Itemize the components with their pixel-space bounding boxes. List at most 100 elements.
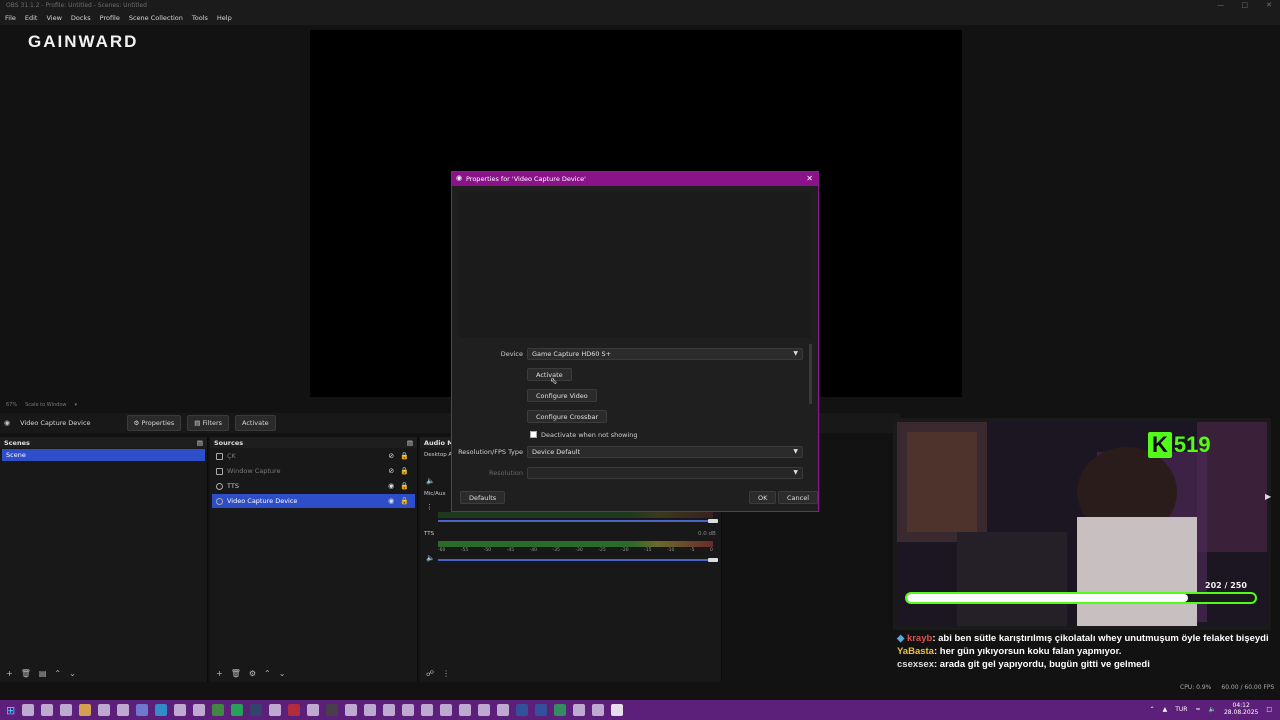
menu-help[interactable]: Help (217, 14, 232, 23)
language-indicator[interactable]: TUR (1175, 706, 1187, 713)
taskbar-app-icon[interactable] (440, 704, 453, 716)
taskbar-app-icon[interactable] (345, 704, 358, 716)
taskbar-obs-icon[interactable] (326, 704, 339, 716)
windows-start-icon[interactable]: ⊞ (6, 704, 15, 717)
taskbar-spotify-icon[interactable] (231, 704, 244, 716)
add-icon[interactable]: + (6, 669, 13, 679)
lock-icon[interactable]: 🔒 (400, 452, 409, 460)
taskbar-app-icon[interactable] (535, 704, 548, 716)
taskbar-app-icon[interactable] (402, 704, 415, 716)
mic-volume-knob[interactable] (708, 519, 718, 523)
taskbar-app-icon[interactable] (60, 704, 73, 716)
taskbar-app-icon[interactable] (288, 704, 301, 716)
chevron-up-icon[interactable]: ⌃ (1150, 706, 1155, 713)
lock-icon[interactable]: 🔒 (400, 497, 409, 505)
taskbar-app-icon[interactable] (459, 704, 472, 716)
trash-icon[interactable]: 🗑 (231, 669, 241, 679)
chevron-down-icon[interactable]: ▾ (75, 402, 78, 410)
play-icon[interactable]: ▶ (1265, 492, 1271, 501)
trash-icon[interactable]: 🗑 (21, 669, 31, 679)
configure-crossbar-button[interactable]: Configure Crossbar (527, 410, 608, 423)
activate-context-button[interactable]: Activate (235, 415, 276, 431)
filters-button[interactable]: ▤ Filters (187, 415, 229, 431)
menu-file[interactable]: File (5, 14, 16, 23)
filter-icon[interactable]: ▤ (39, 669, 47, 679)
taskbar-app-icon[interactable] (98, 704, 111, 716)
close-icon[interactable]: ✕ (1266, 1, 1272, 9)
source-item[interactable]: ÇK ⊘ 🔒 (212, 449, 415, 463)
taskbar-app-icon[interactable] (421, 704, 434, 716)
up-icon[interactable]: ⌃ (264, 669, 271, 679)
add-icon[interactable]: + (216, 669, 223, 679)
properties-button[interactable]: ⚙ Properties (126, 415, 182, 431)
source-item[interactable]: Window Capture ⊘ 🔒 (212, 464, 415, 478)
taskbar-app-icon[interactable] (117, 704, 130, 716)
link-icon[interactable]: ☍ (426, 669, 434, 679)
minimize-icon[interactable]: — (1217, 1, 1224, 9)
maximize-icon[interactable]: □ (1241, 1, 1248, 9)
lock-icon[interactable]: 🔒 (400, 467, 409, 475)
fps-type-select[interactable]: Device Default ▼ (527, 446, 803, 458)
taskbar-app-icon[interactable] (269, 704, 282, 716)
notification-icon[interactable]: □ (1266, 706, 1272, 713)
gear-icon[interactable]: ⋮ (426, 503, 433, 511)
menu-docks[interactable]: Docks (71, 14, 91, 23)
taskbar-app-icon[interactable] (573, 704, 586, 716)
tts-volume-slider[interactable] (438, 559, 713, 561)
volume-icon[interactable]: 🔈 (1208, 706, 1215, 713)
zoom-mode[interactable]: Scale to Window (25, 402, 66, 410)
taskbar-app-icon[interactable] (307, 704, 320, 716)
resolution-select[interactable]: ▼ (527, 467, 803, 479)
up-icon[interactable]: ⌃ (54, 669, 61, 679)
taskbar-app-icon[interactable] (41, 704, 54, 716)
taskbar-discord-icon[interactable] (136, 704, 149, 716)
menu-dots-icon[interactable]: ⋮ (442, 669, 450, 679)
menu-view[interactable]: View (46, 14, 61, 23)
taskbar-steam-icon[interactable] (250, 704, 263, 716)
ok-button[interactable]: OK (749, 491, 777, 504)
down-icon[interactable]: ⌄ (69, 669, 76, 679)
tts-volume-knob[interactable] (708, 558, 718, 562)
source-item[interactable]: Video Capture Device ◉ 🔒 (212, 494, 415, 508)
mic-volume-slider[interactable] (438, 520, 713, 522)
source-item[interactable]: TTS ◉ 🔒 (212, 479, 415, 493)
taskbar-app-icon[interactable] (516, 704, 529, 716)
defaults-button[interactable]: Defaults (460, 491, 506, 504)
taskbar-app-icon[interactable] (592, 704, 605, 716)
taskbar-app-icon[interactable] (383, 704, 396, 716)
taskbar-obs-icon[interactable] (611, 704, 624, 716)
taskbar-edge-icon[interactable] (155, 704, 168, 716)
dock-menu-icon[interactable]: ▤ (407, 439, 413, 447)
eye-icon[interactable]: ◉ (388, 482, 394, 490)
down-icon[interactable]: ⌄ (279, 669, 286, 679)
eye-icon[interactable]: ◉ (388, 497, 394, 505)
taskbar-app-icon[interactable] (364, 704, 377, 716)
taskbar-app-icon[interactable] (22, 704, 35, 716)
taskbar-xbox-icon[interactable] (212, 704, 225, 716)
taskbar-app-icon[interactable] (193, 704, 206, 716)
speaker-icon[interactable]: 🔈 (426, 477, 435, 485)
taskbar-folder-icon[interactable] (79, 704, 92, 716)
taskbar-app-icon[interactable] (174, 704, 187, 716)
device-select[interactable]: Game Capture HD60 S+ ▼ (527, 348, 803, 360)
network-icon[interactable]: ▲ (1163, 706, 1168, 713)
menu-scene-collection[interactable]: Scene Collection (129, 14, 183, 23)
configure-video-button[interactable]: Configure Video (527, 389, 597, 402)
zoom-level[interactable]: 67% (6, 402, 17, 410)
wifi-icon[interactable]: ≈ (1195, 706, 1200, 713)
dock-menu-icon[interactable]: ▤ (197, 439, 203, 447)
scene-item[interactable]: Scene (2, 449, 205, 461)
lock-icon[interactable]: 🔒 (400, 482, 409, 490)
menu-edit[interactable]: Edit (25, 14, 38, 23)
dialog-scrollbar[interactable] (809, 344, 812, 404)
deactivate-checkbox[interactable] (530, 431, 537, 438)
clock[interactable]: 04:12 28.08.2025 (1224, 702, 1258, 716)
taskbar-app-icon[interactable] (554, 704, 567, 716)
eye-hidden-icon[interactable]: ⊘ (388, 452, 394, 460)
taskbar-app-icon[interactable] (478, 704, 491, 716)
menu-profile[interactable]: Profile (100, 14, 120, 23)
speaker-icon[interactable]: 🔈 (426, 554, 435, 562)
taskbar-app-icon[interactable] (497, 704, 510, 716)
cancel-button[interactable]: Cancel (778, 491, 819, 504)
close-icon[interactable]: ✕ (806, 174, 813, 183)
